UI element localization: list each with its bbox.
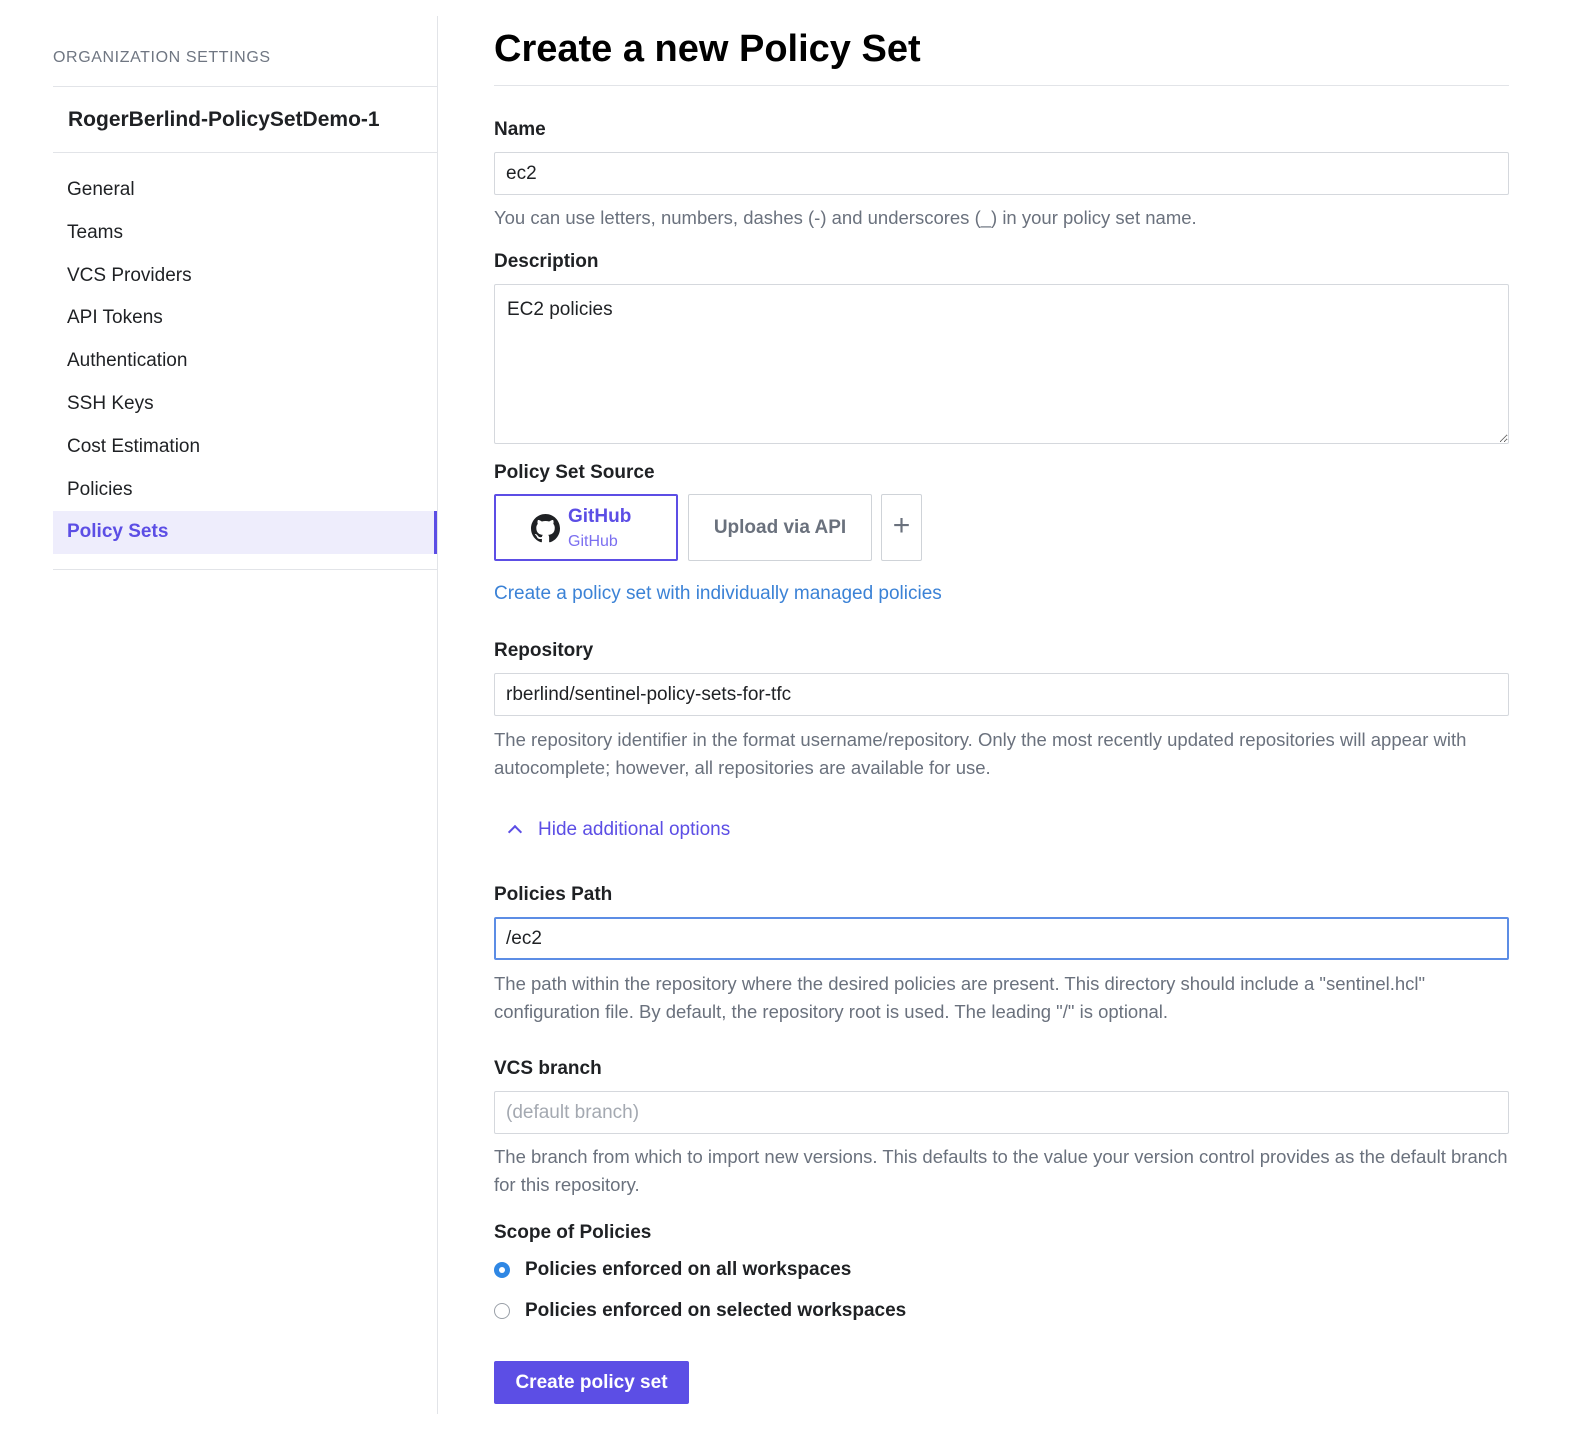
name-help-text: You can use letters, numbers, dashes (-)… [494,207,1197,228]
sidebar-item-api-tokens[interactable]: API Tokens [53,297,438,340]
sidebar-divider [53,569,438,570]
sidebar: Organization Settings RogerBerlind-Polic… [53,0,438,1414]
vcs-branch-label: VCS branch [494,1058,602,1079]
radio-unchecked[interactable] [494,1303,510,1319]
github-icon [531,514,560,543]
create-policy-set-button[interactable]: Create policy set [494,1361,689,1404]
sidebar-item-authentication[interactable]: Authentication [53,340,438,383]
organization-name: RogerBerlind-PolicySetDemo-1 [68,108,380,131]
scope-of-policies-label: Scope of Policies [494,1222,652,1243]
github-source-button[interactable]: GitHub GitHub [494,494,678,561]
repository-input[interactable] [494,673,1509,716]
sidebar-item-policy-sets[interactable]: Policy Sets [53,511,438,555]
sidebar-item-cost-estimation[interactable]: Cost Estimation [53,426,438,469]
sidebar-item-general[interactable]: General [53,169,438,212]
vcs-branch-input[interactable] [494,1091,1509,1134]
hide-additional-options-toggle[interactable]: Hide additional options [507,819,731,841]
repository-help-text: The repository identifier in the format … [494,729,1467,778]
add-source-button[interactable]: + [881,494,922,561]
hide-additional-options-label: Hide additional options [538,819,731,840]
description-label: Description [494,251,599,272]
policies-path-input[interactable] [494,917,1509,960]
scope-option-label: Policies enforced on selected workspaces [525,1300,907,1321]
page-title: Create a new Policy Set [494,28,921,70]
radio-checked[interactable] [494,1262,510,1278]
sidebar-divider [53,86,438,87]
settings-nav: General Teams VCS Providers API Tokens A… [53,169,438,555]
title-divider [494,85,1509,86]
vcs-branch-help-text: The branch from which to import new vers… [494,1146,1508,1195]
name-input[interactable] [494,152,1509,195]
individually-managed-policies-link[interactable]: Create a policy set with individually ma… [494,583,942,605]
sidebar-item-policies[interactable]: Policies [53,469,438,512]
name-label: Name [494,119,546,140]
upload-via-api-button[interactable]: Upload via API [688,494,872,561]
sidebar-border [437,16,438,1414]
sidebar-item-ssh-keys[interactable]: SSH Keys [53,383,438,426]
sidebar-heading: Organization Settings [53,49,271,66]
policies-path-label: Policies Path [494,884,613,905]
github-source-subtitle: GitHub [568,533,618,550]
policies-path-help-text: The path within the repository where the… [494,973,1426,1022]
scope-option-label: Policies enforced on all workspaces [525,1259,852,1280]
sidebar-divider [53,152,438,153]
description-textarea[interactable]: EC2 policies [494,284,1509,444]
repository-label: Repository [494,640,594,661]
github-source-title: GitHub [568,506,632,527]
chevron-up-icon [507,824,523,840]
sidebar-item-vcs-providers[interactable]: VCS Providers [53,255,438,298]
sidebar-item-teams[interactable]: Teams [53,212,438,255]
policy-set-source-label: Policy Set Source [494,462,655,483]
